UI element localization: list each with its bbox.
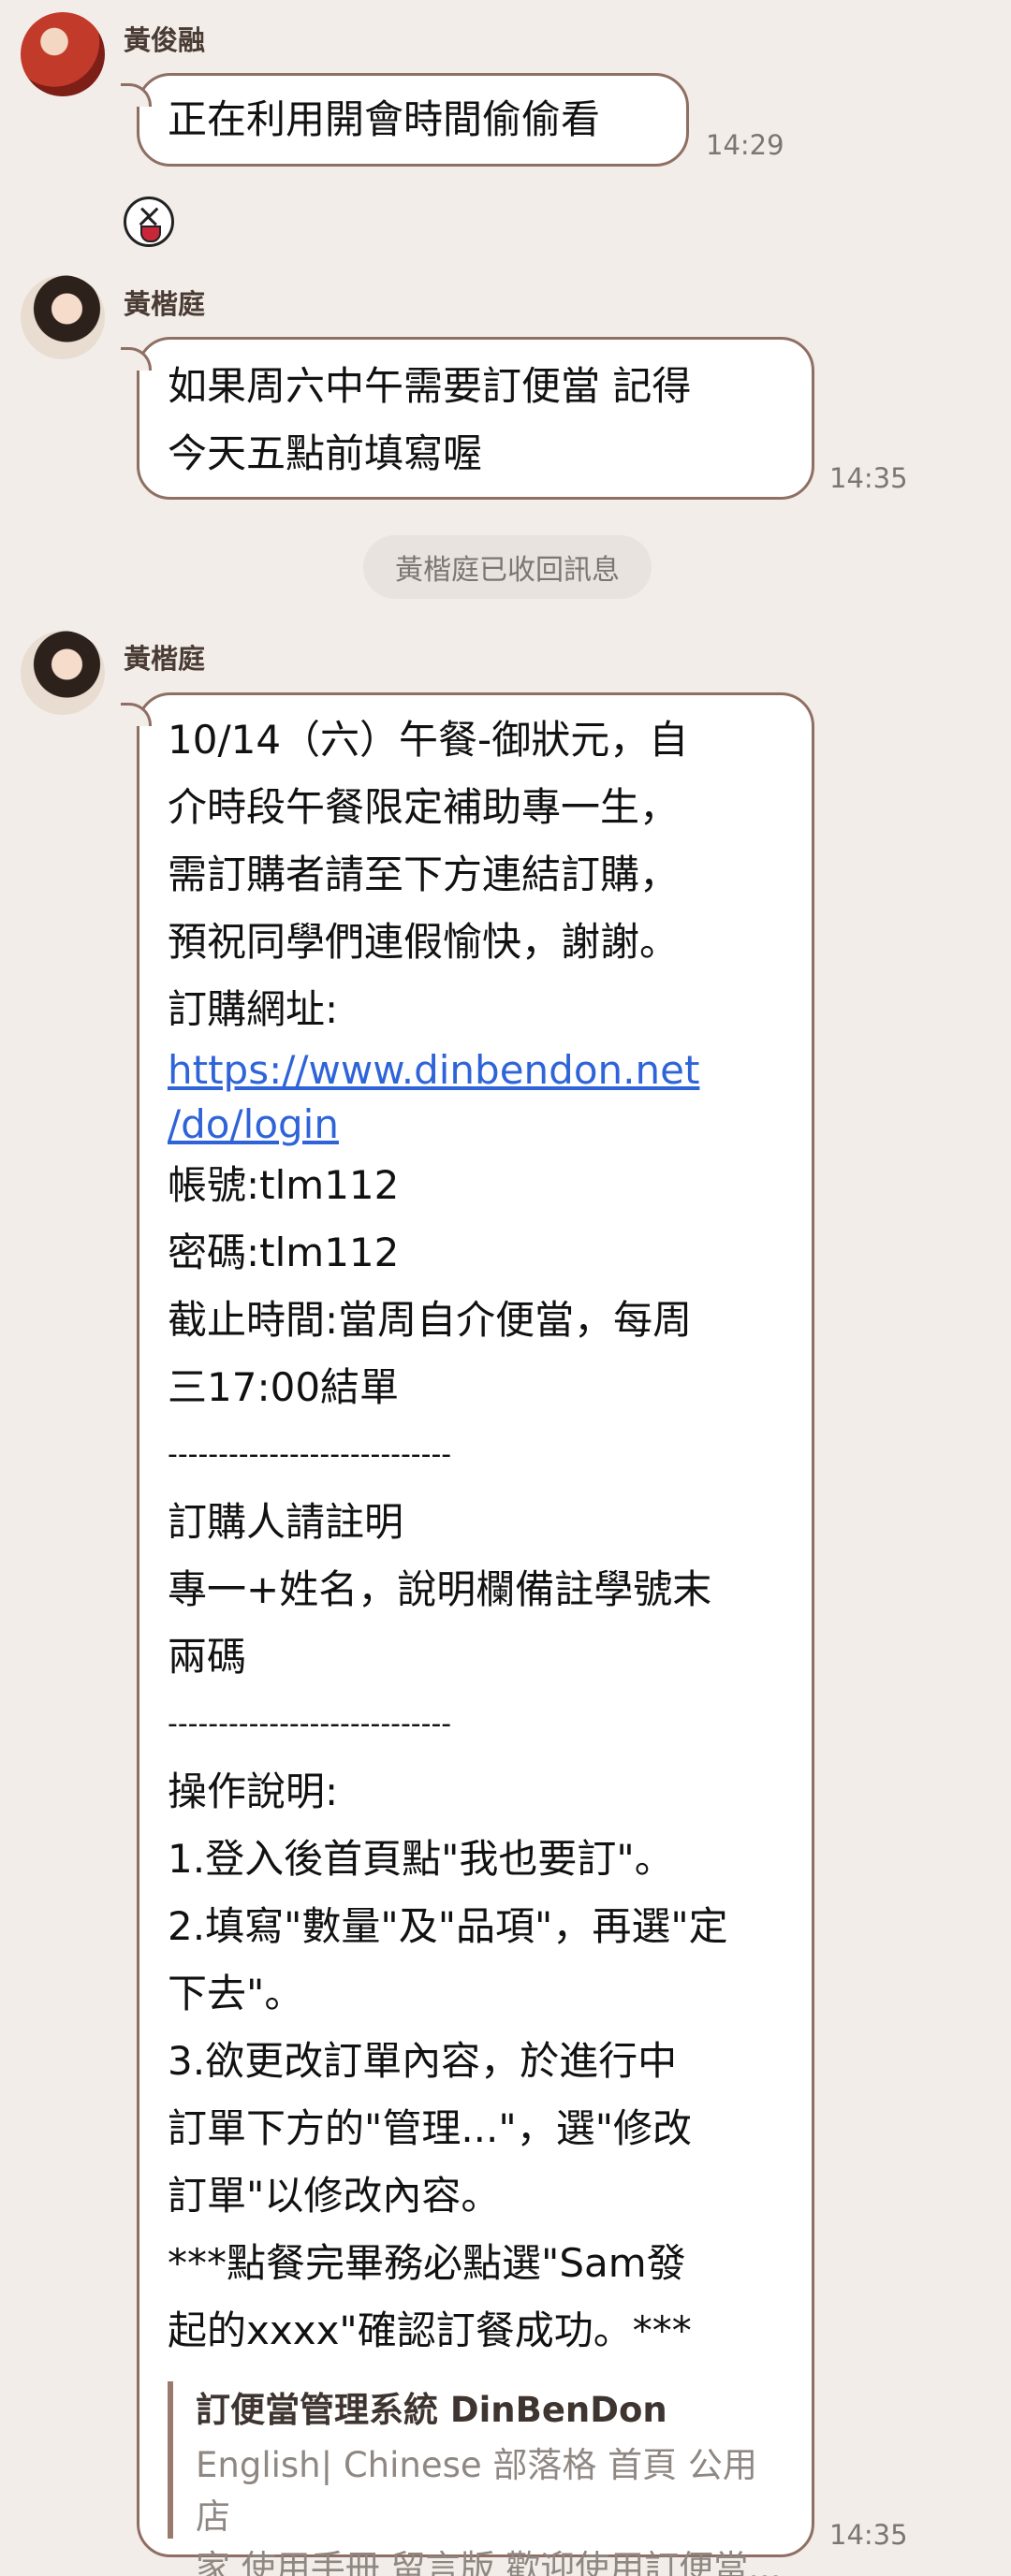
divider-line: ---------------------------- bbox=[168, 1708, 452, 1740]
message-line: 下去"。 bbox=[168, 1971, 304, 2016]
message-line: 1.登入後首頁點"我也要訂"。 bbox=[168, 1836, 674, 1882]
chat-view: 黃俊融 正在利用開會時間偷偷看 14:29 黃楷庭 如果周六中午需要訂便當 記得… bbox=[0, 0, 1011, 2576]
grinning-squint-emoji-icon[interactable] bbox=[124, 196, 174, 247]
message-line: 操作說明: bbox=[168, 1768, 339, 1814]
link-line: https://www.dinbendon.net bbox=[168, 1047, 700, 1093]
message-line: 今天五點前填寫喔 bbox=[168, 430, 483, 476]
sender-name: 黃俊融 bbox=[124, 24, 206, 56]
sender-name: 黃楷庭 bbox=[124, 288, 206, 320]
message-bubble[interactable]: 如果周六中午需要訂便當 記得 今天五點前填寫喔 bbox=[121, 337, 814, 500]
preview-desc-line: English| Chinese 部落格 首頁 公用店 bbox=[196, 2445, 757, 2537]
message-line: 訂購人請註明 bbox=[168, 1499, 404, 1545]
message-time: 14:35 bbox=[829, 462, 908, 494]
link-preview-card[interactable]: 訂便當管理系統 DinBenDon English| Chinese 部落格 首… bbox=[168, 2381, 785, 2576]
message-line: 起的xxxx"確認訂餐成功。*** bbox=[168, 2307, 692, 2353]
order-url-link[interactable]: https://www.dinbendon.net /do/login bbox=[168, 1043, 784, 1152]
message-line: 如果周六中午需要訂便當 記得 bbox=[168, 363, 692, 409]
message-line: 截止時間:當周自介便當，每周 bbox=[168, 1297, 693, 1343]
message-line: ***點餐完畢務必點選"Sam發 bbox=[168, 2240, 686, 2286]
recalled-message-notice: 黃楷庭已收回訊息 bbox=[363, 535, 652, 599]
message-line: 3.欲更改訂單內容，於進行中 bbox=[168, 2038, 678, 2084]
link-line: /do/login bbox=[168, 1101, 339, 1147]
message-time: 14:29 bbox=[706, 129, 784, 161]
message-line: 帳號:tlm112 bbox=[168, 1162, 400, 1208]
divider-line: ---------------------------- bbox=[168, 1438, 452, 1471]
sender-name: 黃楷庭 bbox=[124, 643, 206, 675]
message-line: 訂單"以修改內容。 bbox=[168, 2173, 501, 2219]
message-text: 正在利用開會時間偷偷看 bbox=[168, 96, 601, 142]
message-time: 14:35 bbox=[829, 2519, 908, 2551]
message-line: 密碼:tlm112 bbox=[168, 1230, 400, 1275]
message-line: 三17:00結單 bbox=[168, 1364, 400, 1410]
preview-desc-line: 家 使用手冊 留言版 歡迎使用訂便當... bbox=[196, 2548, 782, 2576]
link-preview-description: English| Chinese 部落格 首頁 公用店 家 使用手冊 留言版 歡… bbox=[196, 2439, 785, 2576]
message-line: 需訂購者請至下方連結訂購， bbox=[168, 851, 680, 897]
message-line: 專一+姓名，說明欄備註學號末 bbox=[168, 1566, 712, 1612]
message-line: 介時段午餐限定補助專一生， bbox=[168, 784, 680, 830]
emoji-eye bbox=[146, 207, 166, 226]
message-line: 兩碼 bbox=[168, 1634, 247, 1680]
message-line: 訂購網址: bbox=[168, 986, 339, 1032]
avatar[interactable] bbox=[21, 12, 105, 96]
message-line: 訂單下方的"管理..."，選"修改 bbox=[168, 2105, 693, 2151]
message-line: 預祝同學們連假愉快，謝謝。 bbox=[168, 919, 680, 965]
message-bubble[interactable]: 正在利用開會時間偷偷看 bbox=[121, 73, 689, 167]
emoji-mouth bbox=[140, 226, 161, 242]
message-bubble[interactable]: 10/14（六）午餐-御狀元，自 介時段午餐限定補助專一生， 需訂購者請至下方連… bbox=[121, 692, 814, 2576]
avatar[interactable] bbox=[21, 275, 105, 359]
message-line: 10/14（六）午餐-御狀元，自 bbox=[168, 717, 689, 763]
avatar[interactable] bbox=[21, 631, 105, 715]
link-preview-title: 訂便當管理系統 DinBenDon bbox=[196, 2390, 667, 2430]
message-line: 2.填寫"數量"及"品項"，再選"定 bbox=[168, 1903, 728, 1949]
